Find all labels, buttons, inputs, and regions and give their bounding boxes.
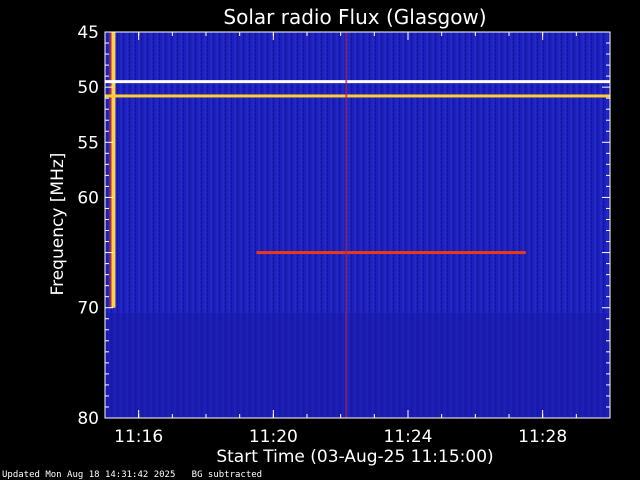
x-axis-title: Start Time (03-Aug-25 11:15:00) bbox=[216, 447, 493, 467]
y-tick-label: 50 bbox=[77, 78, 99, 98]
y-tick-label: 55 bbox=[77, 133, 99, 153]
x-tick-label: 11:16 bbox=[114, 427, 163, 447]
y-tick-label: 70 bbox=[77, 299, 99, 319]
y-tick-label: 80 bbox=[77, 409, 99, 429]
y-axis-title: Frequency [MHz] bbox=[48, 153, 68, 296]
vertical-streak bbox=[345, 32, 348, 418]
updated-timestamp: Updated Mon Aug 18 14:31:42 2025 bbox=[2, 470, 176, 480]
x-tick-label: 11:24 bbox=[384, 427, 433, 447]
x-tick-label: 11:20 bbox=[249, 427, 298, 447]
y-tick-label: 60 bbox=[77, 188, 99, 208]
y-tick-label: 45 bbox=[77, 23, 99, 43]
low-band-shade bbox=[105, 313, 610, 418]
chart-title: Solar radio Flux (Glasgow) bbox=[223, 5, 486, 29]
broadband-burst bbox=[111, 32, 116, 308]
broadband-burst-edge bbox=[109, 32, 112, 308]
interference-line-3 bbox=[256, 251, 526, 255]
bg-note: BG subtracted bbox=[191, 470, 263, 480]
interference-line-1 bbox=[105, 80, 610, 84]
interference-line-2 bbox=[105, 94, 610, 98]
plot-area bbox=[105, 32, 610, 418]
x-tick-label: 11:28 bbox=[518, 427, 567, 447]
footer: Updated Mon Aug 18 14:31:42 2025 BG subt… bbox=[2, 470, 262, 480]
spectrogram-chart: 45 50 55 60 70 80 11:16 11:20 11:24 11:28 Solar r… bbox=[48, 5, 611, 467]
